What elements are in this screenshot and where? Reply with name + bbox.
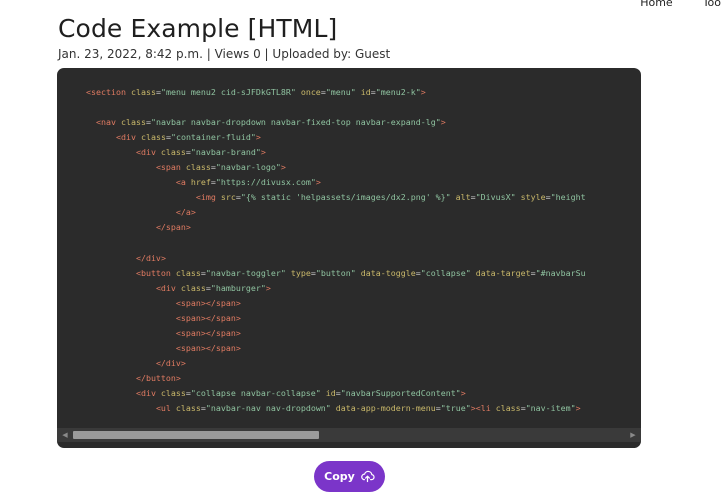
scrollbar-thumb[interactable] bbox=[73, 431, 319, 439]
scroll-left-icon[interactable]: ◀ bbox=[59, 428, 71, 442]
code-line: <a href="https://divusx.com"> bbox=[175, 177, 321, 188]
code-line: </button> bbox=[135, 372, 181, 383]
code-line: <ul class="navbar-nav nav-dropdown" data… bbox=[155, 402, 581, 413]
code-line: </a> bbox=[175, 207, 196, 218]
code-line: </div> bbox=[135, 252, 166, 263]
code-line: <div class="hamburger"> bbox=[155, 282, 271, 293]
page-title: Code Example [HTML] bbox=[58, 14, 338, 43]
code-viewport: <section class="menu menu2 cid-sJFDkGTL8… bbox=[57, 68, 641, 434]
code-content: <section class="menu menu2 cid-sJFDkGTL8… bbox=[57, 68, 641, 416]
code-line: <div class="navbar-brand"> bbox=[135, 147, 266, 158]
code-line: <nav class="navbar navbar-dropdown navba… bbox=[96, 117, 446, 128]
code-line: <img src="{% static 'helpassets/images/d… bbox=[195, 192, 586, 203]
post-meta: Jan. 23, 2022, 8:42 p.m. | Views 0 | Upl… bbox=[58, 47, 391, 61]
nav-link-tools[interactable]: Too bbox=[703, 0, 721, 10]
code-block: <section class="menu menu2 cid-sJFDkGTL8… bbox=[57, 68, 641, 448]
code-line: <div class="container-fluid"> bbox=[115, 132, 261, 143]
scroll-right-icon[interactable]: ▶ bbox=[627, 428, 639, 442]
code-line: <span class="navbar-logo"> bbox=[155, 162, 286, 173]
code-line: <section class="menu menu2 cid-sJFDkGTL8… bbox=[86, 87, 426, 97]
code-line: <div class="collapse navbar-collapse" id… bbox=[135, 387, 466, 398]
copy-button-label: Copy bbox=[324, 470, 355, 483]
top-nav: Home Too bbox=[640, 0, 721, 10]
code-line: </div> bbox=[155, 357, 186, 368]
copy-button[interactable]: Copy bbox=[314, 461, 385, 492]
nav-link-home[interactable]: Home bbox=[640, 0, 672, 10]
code-line: <button class="navbar-toggler" type="but… bbox=[135, 267, 586, 278]
code-line: <span></span> bbox=[175, 327, 241, 338]
code-line: <span></span> bbox=[175, 297, 241, 308]
code-line: <span></span> bbox=[175, 312, 241, 323]
code-line: <span></span> bbox=[175, 342, 241, 353]
cloud-upload-icon bbox=[361, 470, 375, 483]
horizontal-scrollbar[interactable]: ◀ ▶ bbox=[57, 428, 641, 442]
code-line: </span> bbox=[155, 222, 191, 233]
